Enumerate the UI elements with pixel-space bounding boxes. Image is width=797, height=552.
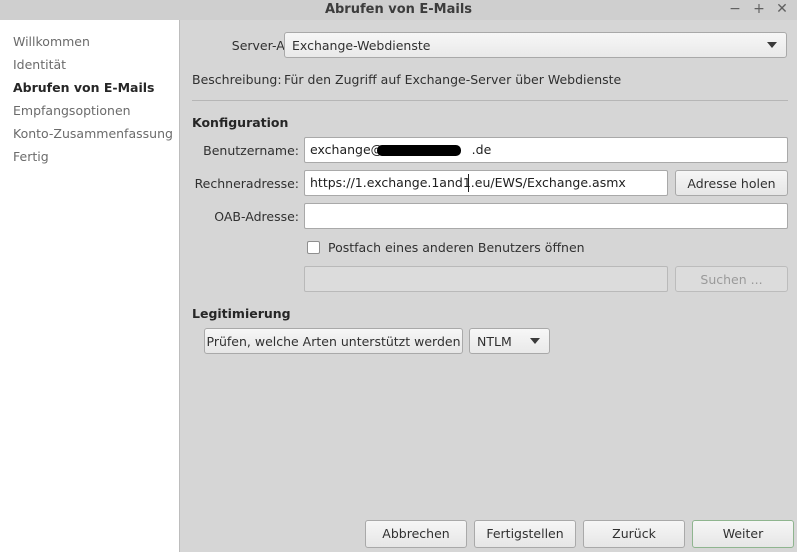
username-field[interactable]: exchange@s .de (304, 137, 788, 163)
search-button[interactable]: Suchen ... (675, 266, 788, 292)
separator (192, 100, 788, 101)
redaction-mark (377, 145, 461, 156)
main-panel: Server-Art: Exchange-Webdienste Beschrei… (181, 20, 797, 552)
chevron-down-icon (530, 338, 540, 344)
other-mailbox-checkbox[interactable] (307, 241, 320, 254)
auth-method-value: NTLM (477, 334, 512, 349)
minimize-icon[interactable]: − (727, 1, 743, 17)
username-label: Benutzername: (203, 143, 299, 158)
server-type-label: Server-Art: (231, 38, 299, 53)
cancel-button[interactable]: Abbrechen (365, 520, 467, 548)
auth-method-select[interactable]: NTLM (469, 328, 550, 354)
sidebar-item-willkommen[interactable]: Willkommen (13, 34, 90, 49)
next-button[interactable]: Weiter (692, 520, 794, 548)
title-bar: Abrufen von E-Mails − + ✕ (0, 0, 797, 20)
host-label: Rechneradresse: (194, 176, 299, 191)
sidebar-item-konto-zusammenfassung[interactable]: Konto-Zusammenfassung (13, 126, 173, 141)
maximize-icon[interactable]: + (751, 1, 767, 17)
server-type-value: Exchange-Webdienste (292, 38, 431, 53)
description-text: Für den Zugriff auf Exchange-Server über… (284, 72, 622, 87)
sidebar-item-abrufen[interactable]: Abrufen von E-Mails (13, 80, 154, 95)
config-heading: Konfiguration (192, 115, 289, 130)
chevron-down-icon (767, 42, 777, 48)
oab-field[interactable] (304, 203, 788, 229)
oab-label: OAB-Adresse: (214, 209, 299, 224)
back-button[interactable]: Zurück (583, 520, 685, 548)
close-icon[interactable]: ✕ (774, 1, 790, 17)
wizard-sidebar: Willkommen Identität Abrufen von E-Mails… (0, 20, 180, 552)
auth-heading: Legitimierung (192, 306, 291, 321)
finish-button[interactable]: Fertigstellen (474, 520, 576, 548)
sidebar-item-empfangsoptionen[interactable]: Empfangsoptionen (13, 103, 131, 118)
mailbox-field[interactable] (304, 266, 668, 292)
description-label: Beschreibung: (192, 72, 282, 87)
text-caret (468, 174, 469, 192)
fetch-address-button[interactable]: Adresse holen (675, 170, 788, 196)
sidebar-item-fertig[interactable]: Fertig (13, 149, 49, 164)
server-type-select[interactable]: Exchange-Webdienste (284, 32, 787, 58)
check-auth-button[interactable]: Prüfen, welche Arten unterstützt werden (204, 328, 463, 354)
other-mailbox-label[interactable]: Postfach eines anderen Benutzers öffnen (328, 240, 585, 255)
sidebar-item-identitaet[interactable]: Identität (13, 57, 66, 72)
window-title: Abrufen von E-Mails (324, 2, 473, 17)
host-field[interactable]: https://1.exchange.1and1.eu/EWS/Exchange… (304, 170, 668, 196)
